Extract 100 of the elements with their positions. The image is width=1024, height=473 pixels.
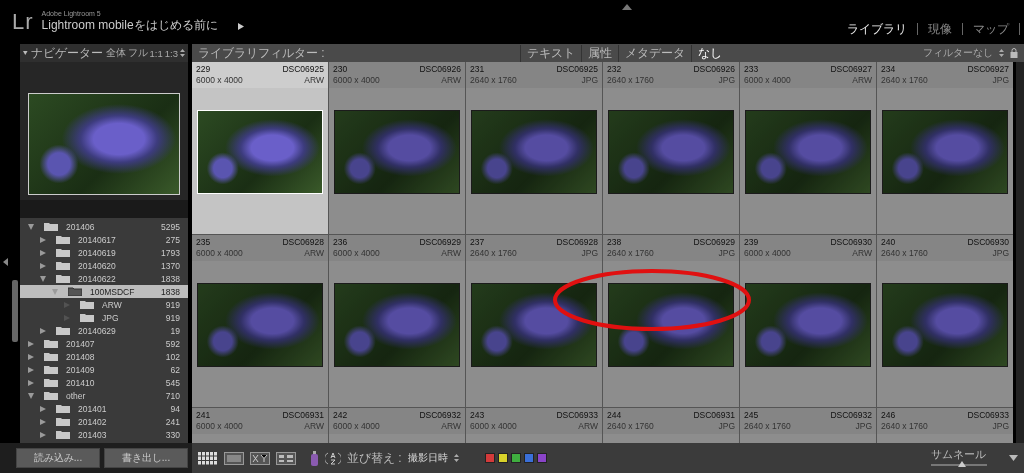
folder-row[interactable]: 20140617 275	[20, 233, 188, 246]
survey-view-icon[interactable]	[276, 451, 296, 465]
folder-row[interactable]: 201410 545	[20, 376, 188, 389]
folder-row[interactable]: 20140622 1838	[20, 272, 188, 285]
folder-row[interactable]: 20140620 1370	[20, 259, 188, 272]
thumbnail-cell[interactable]: 235 DSC06928 6000 x 4000 ARW	[192, 235, 328, 407]
collapsed-arrow-icon[interactable]	[40, 262, 46, 269]
filter-tab[interactable]: テキスト	[519, 44, 581, 62]
loupe-view-icon[interactable]	[224, 451, 244, 465]
expanded-arrow-icon[interactable]	[28, 392, 34, 399]
color-label-swatch[interactable]	[484, 453, 495, 463]
folder-row[interactable]: 201401 94	[20, 402, 188, 415]
folder-row[interactable]: 201403 330	[20, 428, 188, 441]
sort-label: 並び替え :	[347, 449, 402, 467]
folder-row[interactable]: 201408 102	[20, 350, 188, 363]
sort-dropdown[interactable]: 撮影日時	[407, 451, 448, 465]
file-name: DSC06930	[830, 237, 872, 248]
zoom-option[interactable]: 1:1	[149, 47, 163, 59]
slider-track[interactable]	[931, 463, 987, 466]
folder-name: 201410	[66, 377, 95, 388]
collapsed-arrow-icon[interactable]	[28, 379, 34, 386]
module-tab[interactable]: 現像	[918, 23, 963, 35]
scrollbar[interactable]	[1013, 62, 1024, 443]
thumbnail-cell[interactable]: 238 DSC06929 2640 x 1760 JPG	[603, 235, 739, 407]
folder-row[interactable]: 201407 592	[20, 337, 188, 350]
folder-icon	[44, 391, 58, 400]
photo-index: 235	[196, 237, 211, 248]
filter-tab[interactable]: メタデータ	[617, 44, 691, 62]
thumbnail-cell[interactable]: 246 DSC06933 2640 x 1760 JPG	[877, 408, 1013, 443]
expanded-arrow-icon[interactable]	[28, 223, 34, 230]
panel-button[interactable]: 書き出し...	[104, 448, 188, 468]
filter-tab[interactable]: なし	[690, 44, 728, 62]
spinner-icon[interactable]	[453, 454, 459, 462]
thumbnail-cell[interactable]: 239 DSC06930 6000 x 4000 ARW	[740, 235, 876, 407]
folder-row[interactable]: 100MSDCF 1838	[20, 285, 188, 298]
thumbnail-cell[interactable]: 237 DSC06928 2640 x 1760 JPG	[466, 235, 602, 407]
thumbnail-cell[interactable]: 242 DSC06932 6000 x 4000 ARW	[329, 408, 465, 443]
color-label-swatch[interactable]	[536, 453, 547, 463]
photo-count: 241	[165, 416, 180, 427]
color-label-swatch[interactable]	[497, 453, 508, 463]
folder-row[interactable]: 201409 62	[20, 363, 188, 376]
filter-tab[interactable]: 属性	[580, 44, 618, 62]
spinner-icon[interactable]	[180, 49, 185, 57]
thumbnail-cell[interactable]: 234 DSC06927 2640 x 1760 JPG	[877, 62, 1013, 234]
image-dimensions: 2640 x 1760	[881, 421, 928, 432]
spinner-icon[interactable]	[999, 49, 1004, 57]
thumbnail-cell[interactable]: 243 DSC06933 6000 x 4000 ARW	[466, 408, 602, 443]
folder-row[interactable]: 201406 5295	[20, 220, 188, 233]
collapsed-arrow-icon[interactable]	[28, 340, 34, 347]
folder-name: 20140629	[78, 325, 116, 336]
thumbnail-cell[interactable]: 231 DSC06925 2640 x 1760 JPG	[466, 62, 602, 234]
folder-row[interactable]: JPG 919	[20, 311, 188, 324]
folder-icon	[44, 222, 58, 231]
collapsed-arrow-icon[interactable]	[40, 249, 46, 256]
thumbnail-cell[interactable]: 244 DSC06931 2640 x 1760 JPG	[603, 408, 739, 443]
thumbnail-cell[interactable]: 230 DSC06926 6000 x 4000 ARW	[329, 62, 465, 234]
panel-button[interactable]: 読み込み...	[16, 448, 100, 468]
compare-view-icon[interactable]	[250, 451, 270, 465]
thumbnail-cell[interactable]: 233 DSC06927 6000 x 4000 ARW	[740, 62, 876, 234]
thumbnail-cell[interactable]: 245 DSC06932 2640 x 1760 JPG	[740, 408, 876, 443]
lock-icon[interactable]	[1010, 48, 1018, 58]
module-tab[interactable]: ライブラリ	[837, 23, 918, 35]
collapse-arrow-icon[interactable]	[622, 4, 632, 10]
collapsed-arrow-icon[interactable]	[40, 236, 46, 243]
collapsed-arrow-icon[interactable]	[40, 418, 46, 425]
thumbnail-cell[interactable]: 240 DSC06930 2640 x 1760 JPG	[877, 235, 1013, 407]
dropdown-arrow-icon[interactable]	[1009, 455, 1018, 461]
module-tab[interactable]: マップ	[963, 23, 1020, 35]
thumbnail-cell[interactable]: 229 DSC06925 6000 x 4000 ARW	[192, 62, 328, 234]
expanded-arrow-icon[interactable]	[40, 275, 46, 282]
zoom-option[interactable]: フル	[127, 46, 148, 60]
slider-thumb[interactable]	[957, 460, 966, 467]
folder-row[interactable]: 20140629 19	[20, 324, 188, 337]
color-label-swatch[interactable]	[523, 453, 534, 463]
collapsed-arrow-icon[interactable]	[28, 366, 34, 373]
collapsed-arrow-icon[interactable]	[40, 327, 46, 334]
folder-row[interactable]: 20140619 1793	[20, 246, 188, 259]
filter-preset[interactable]: フィルターなし	[923, 46, 993, 60]
file-name: DSC06933	[967, 410, 1009, 421]
photo-index: 244	[607, 410, 622, 421]
sort-direction-icon[interactable]	[325, 450, 341, 466]
zoom-option[interactable]: 1:3	[164, 47, 178, 59]
panel-toggle-icon[interactable]	[3, 258, 8, 266]
grid-view-icon[interactable]	[198, 451, 218, 465]
collapsed-arrow-icon[interactable]	[40, 431, 46, 438]
play-icon[interactable]	[237, 22, 244, 30]
thumbnail-cell[interactable]: 232 DSC06926 2640 x 1760 JPG	[603, 62, 739, 234]
file-type: JPG	[718, 75, 735, 86]
collapsed-arrow-icon[interactable]	[40, 405, 46, 412]
folder-row[interactable]: other 710	[20, 389, 188, 402]
collapse-icon[interactable]	[23, 50, 28, 56]
spray-can-icon[interactable]	[310, 450, 319, 466]
color-label-swatch[interactable]	[510, 453, 521, 463]
folder-row[interactable]: 201402 241	[20, 415, 188, 428]
folder-row[interactable]: ARW 919	[20, 298, 188, 311]
thumbnail-cell[interactable]: 236 DSC06929 6000 x 4000 ARW	[329, 235, 465, 407]
zoom-option[interactable]: 全体	[105, 46, 126, 60]
thumbnail-cell[interactable]: 241 DSC06931 6000 x 4000 ARW	[192, 408, 328, 443]
collapsed-arrow-icon[interactable]	[28, 353, 34, 360]
scrollbar[interactable]	[12, 280, 18, 342]
